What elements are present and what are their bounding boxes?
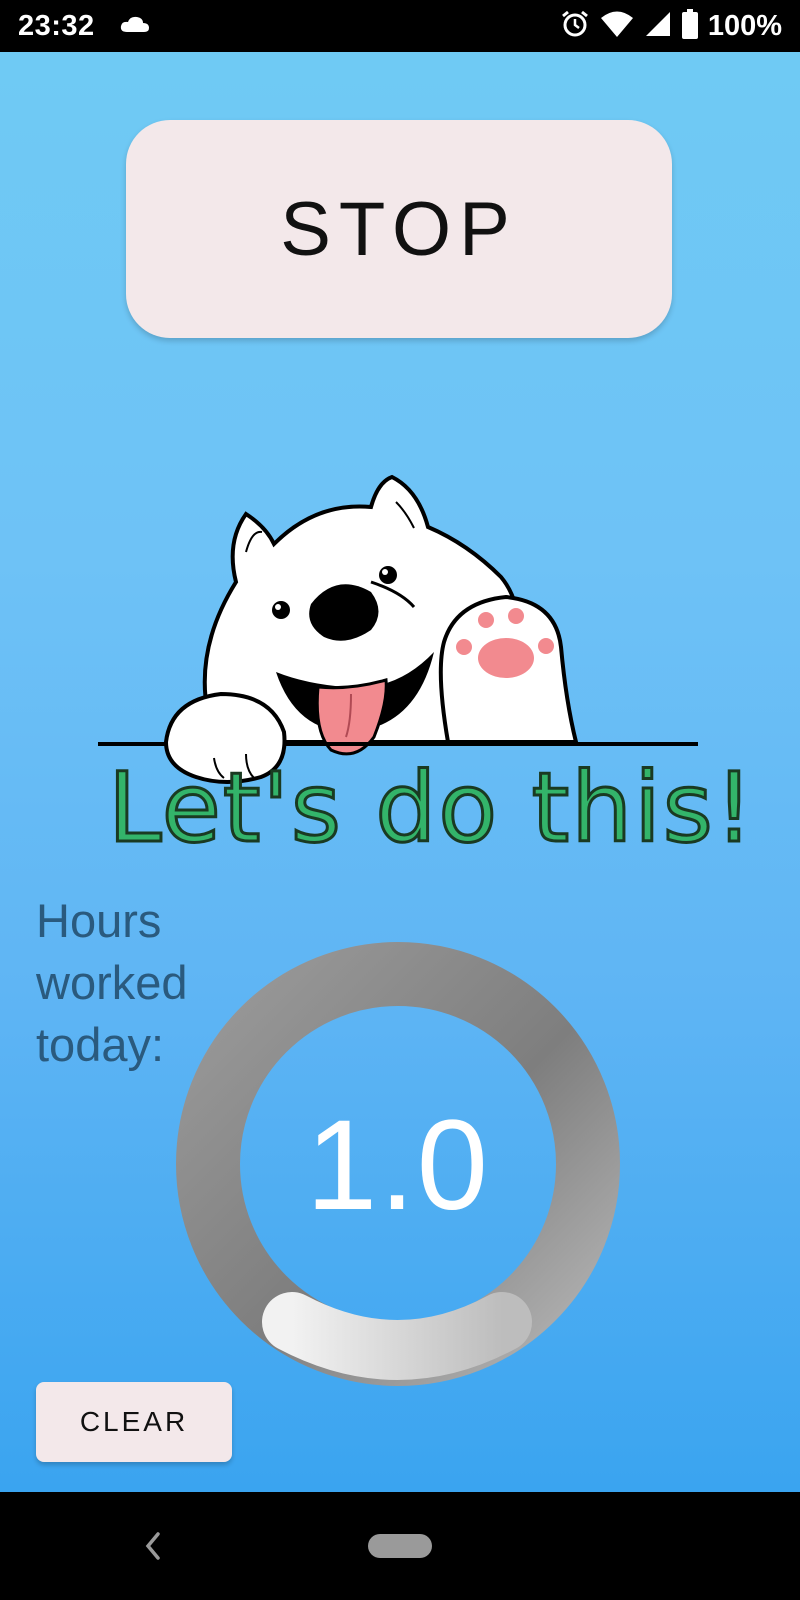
- stop-button[interactable]: STOP: [126, 120, 672, 338]
- back-icon[interactable]: [140, 1526, 168, 1566]
- headline-lets-do-this: Let's do this!: [107, 751, 756, 866]
- battery-percent: 100%: [707, 9, 782, 42]
- cloud-icon: [119, 14, 151, 39]
- status-bar: 23:32 100%: [0, 0, 800, 52]
- status-left: 23:32: [18, 10, 151, 43]
- signal-icon: [644, 10, 672, 43]
- status-time: 23:32: [18, 9, 95, 42]
- home-pill-icon[interactable]: [368, 1534, 432, 1558]
- app-screen: STOP Let's do this! Hours worked today: …: [0, 52, 800, 1492]
- navigation-bar: [0, 1492, 800, 1600]
- hours-value: 1.0: [306, 1094, 490, 1237]
- clear-button[interactable]: CLEAR: [36, 1382, 232, 1462]
- battery-icon: [681, 8, 698, 44]
- status-right: 100%: [560, 8, 782, 44]
- wifi-icon: [600, 10, 634, 43]
- alarm-icon: [560, 9, 590, 44]
